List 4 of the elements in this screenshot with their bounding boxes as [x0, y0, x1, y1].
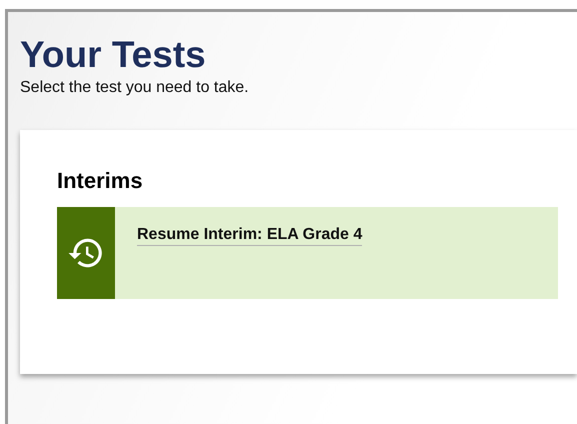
page-subtitle: Select the test you need to take. [20, 78, 250, 98]
page-title: Your Tests [20, 34, 207, 76]
section-heading: Interims [57, 168, 144, 194]
resume-test-link[interactable]: Resume Interim: ELA Grade 4 [137, 226, 362, 246]
